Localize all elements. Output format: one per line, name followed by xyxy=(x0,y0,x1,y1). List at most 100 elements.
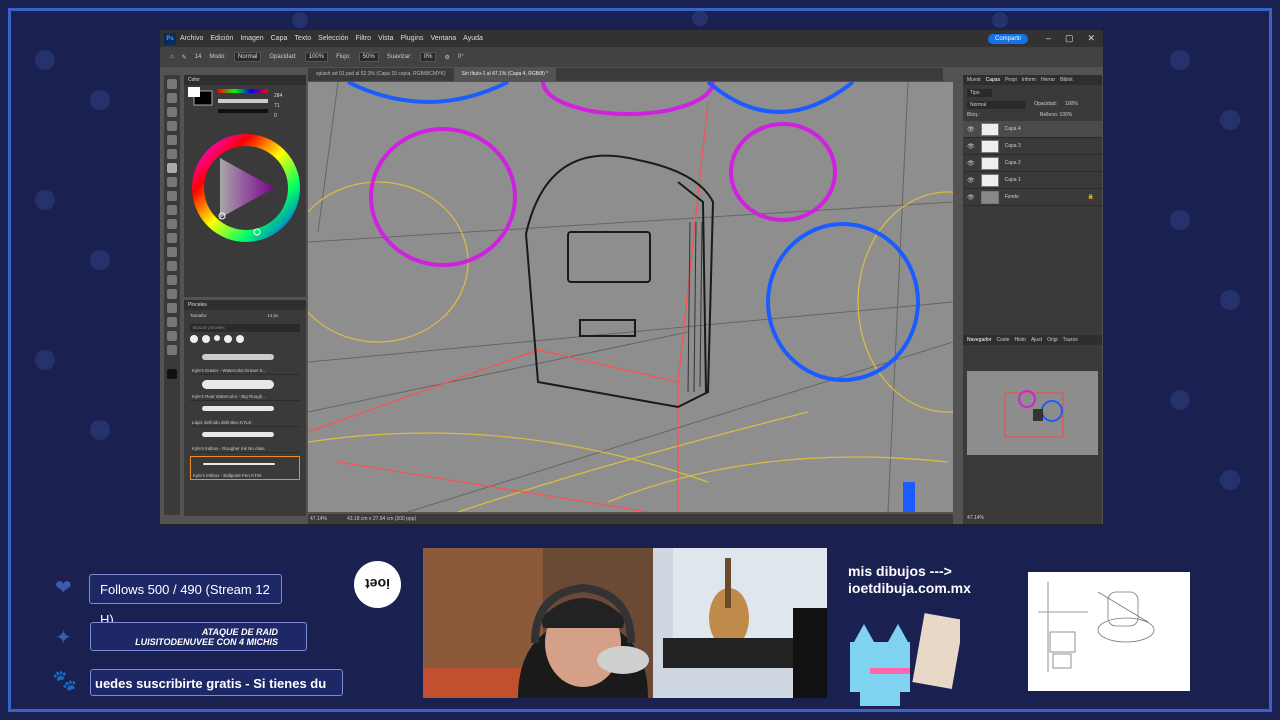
color-wheel[interactable] xyxy=(184,130,306,250)
share-button[interactable]: Compartir xyxy=(988,34,1029,44)
menu-archivo[interactable]: Archivo xyxy=(180,35,203,42)
eyedropper-icon[interactable] xyxy=(167,149,177,159)
gear-icon[interactable]: ⚙ xyxy=(444,54,449,61)
magic-wand-icon[interactable] xyxy=(167,121,177,131)
menu-capa[interactable]: Capa xyxy=(271,35,288,42)
brush-item-selected[interactable]: Kyle's Inkbox - Ballpoint Pen KTW xyxy=(190,456,300,480)
zoom-level[interactable]: 47.14% xyxy=(310,516,327,522)
promo-line-1: mis dibujos ---> xyxy=(848,563,952,579)
pen-icon[interactable] xyxy=(167,275,177,285)
brush-item[interactable]: Lápiz definido definitivo KYLE xyxy=(190,404,300,427)
shape-icon[interactable] xyxy=(167,317,177,327)
brush-icon[interactable] xyxy=(167,163,177,173)
menu-imagen[interactable]: Imagen xyxy=(240,35,263,42)
bucket-icon[interactable] xyxy=(167,233,177,243)
menu-ventana[interactable]: Ventana xyxy=(430,35,456,42)
pencil-icon[interactable] xyxy=(167,177,177,187)
brush-item[interactable]: Kyle's Inkbox - Rougher Ink No Alias xyxy=(190,430,300,453)
navigator-zoom[interactable]: 47.14% xyxy=(967,515,984,521)
blur-icon[interactable] xyxy=(167,247,177,257)
tab-navegador[interactable]: Navegador xyxy=(967,337,991,343)
minimize-button[interactable]: – xyxy=(1046,33,1051,44)
layer-row[interactable]: 👁 Capa 3 xyxy=(963,138,1102,155)
tab-sin-titulo[interactable]: Sin título-1 al 47.1% (Capa 4, RGB/8) * xyxy=(453,68,557,81)
eye-icon[interactable]: 👁 xyxy=(967,177,975,184)
menu-vista[interactable]: Vista xyxy=(378,35,393,42)
opacity-input[interactable]: 100% xyxy=(304,52,329,62)
layer-opacity-label: Opacidad: xyxy=(1034,101,1057,107)
layer-filter-select[interactable]: Tipo xyxy=(967,89,992,97)
tab-trazos[interactable]: Trazos xyxy=(1063,337,1078,343)
angle-value[interactable]: 0° xyxy=(458,54,464,60)
lock-label: Bloq.: xyxy=(967,112,980,118)
brush-item[interactable]: Kyle's Eraser - Watercolor Eraser E... xyxy=(190,352,300,375)
maximize-button[interactable]: ▢ xyxy=(1065,33,1074,44)
brightness-value[interactable]: 0 xyxy=(274,113,277,119)
history-brush-icon[interactable] xyxy=(167,205,177,215)
type-icon[interactable] xyxy=(167,289,177,299)
hue-value[interactable]: 284 xyxy=(274,93,282,99)
tab-historia[interactable]: Histo xyxy=(1015,337,1026,343)
layer-opacity-input[interactable]: 100% xyxy=(1065,101,1078,109)
tab-muestras[interactable]: Muest xyxy=(967,77,981,83)
tab-splash-art[interactable]: splash art 01.psd al 52.3% (Capa 15 copi… xyxy=(308,68,454,81)
crop-tool-icon[interactable] xyxy=(167,135,177,145)
smooth-input[interactable]: 0% xyxy=(419,52,437,62)
brush-presets-row[interactable] xyxy=(190,335,300,349)
zoom-icon[interactable] xyxy=(167,345,177,355)
navigator-preview[interactable] xyxy=(967,371,1098,455)
menu-texto[interactable]: Texto xyxy=(294,35,311,42)
sparkle-icon: ✦ xyxy=(55,627,72,649)
layer-name: Capa 4 xyxy=(1004,126,1021,132)
promo-website[interactable]: ioetdibuja.com.mx xyxy=(848,580,971,597)
move-tool-icon[interactable] xyxy=(167,79,177,89)
tab-capas[interactable]: Capas xyxy=(986,77,1000,83)
marquee-tool-icon[interactable] xyxy=(167,93,177,103)
fill-input[interactable]: 100% xyxy=(1060,112,1073,118)
home-icon[interactable]: ⌂ xyxy=(170,54,174,60)
hsb-sliders[interactable] xyxy=(184,85,306,125)
stamp-icon[interactable] xyxy=(167,191,177,201)
hand-icon[interactable] xyxy=(167,331,177,341)
tab-bibliotecas[interactable]: Biblot xyxy=(1060,77,1073,83)
brush-size-field[interactable]: 14 px xyxy=(267,313,278,318)
saturation-value[interactable]: 71 xyxy=(274,103,280,109)
layer-row[interactable]: 👁 Fondo 🔒 xyxy=(963,189,1102,206)
tab-herramientas[interactable]: Herrar xyxy=(1041,77,1055,83)
brush-item[interactable]: Kyle's Real Watercolor - Big Rough... xyxy=(190,378,300,401)
eye-icon[interactable]: 👁 xyxy=(967,194,975,201)
menu-filtro[interactable]: Filtro xyxy=(356,35,372,42)
brush-tool-icon[interactable]: ✎ xyxy=(182,54,187,61)
eye-icon[interactable]: 👁 xyxy=(967,143,975,150)
dodge-icon[interactable] xyxy=(167,261,177,271)
foreground-color-swatch[interactable] xyxy=(167,369,177,379)
flow-input[interactable]: 50% xyxy=(358,52,379,62)
brush-search-input[interactable]: Buscar pinceles xyxy=(190,324,300,332)
layer-row[interactable]: 👁 Capa 2 xyxy=(963,155,1102,172)
brushes-panel-title: Pinceles xyxy=(184,300,306,310)
layer-row[interactable]: 👁 Capa 4 xyxy=(963,121,1102,138)
eraser-icon[interactable] xyxy=(167,219,177,229)
eye-icon[interactable]: 👁 xyxy=(967,126,975,133)
menu-plugins[interactable]: Plugins xyxy=(401,35,424,42)
menu-edicion[interactable]: Edición xyxy=(210,35,233,42)
mode-label: Modo: xyxy=(209,54,227,60)
tab-propiedades[interactable]: Propi xyxy=(1005,77,1017,83)
path-select-icon[interactable] xyxy=(167,303,177,313)
tab-ajustes[interactable]: Ajust xyxy=(1031,337,1042,343)
menu-ayuda[interactable]: Ayuda xyxy=(463,35,483,42)
menu-seleccion[interactable]: Selección xyxy=(318,35,348,42)
tab-coste[interactable]: Coste xyxy=(996,337,1009,343)
mode-select[interactable]: Normal xyxy=(234,52,262,62)
layer-thumbnail xyxy=(980,190,999,204)
blend-mode-select[interactable]: Normal xyxy=(967,101,1027,109)
eye-icon[interactable]: 👁 xyxy=(967,160,975,167)
fill-label: Relleno: xyxy=(1039,112,1059,118)
lasso-tool-icon[interactable] xyxy=(167,107,177,117)
layer-row[interactable]: 👁 Capa 1 xyxy=(963,172,1102,189)
brush-size-value[interactable]: 14 xyxy=(195,54,202,60)
tab-origen[interactable]: Origi xyxy=(1047,337,1058,343)
drawing-canvas[interactable] xyxy=(308,82,953,512)
tab-informacion[interactable]: Inform xyxy=(1022,77,1036,83)
close-button[interactable]: ✕ xyxy=(1087,33,1095,44)
